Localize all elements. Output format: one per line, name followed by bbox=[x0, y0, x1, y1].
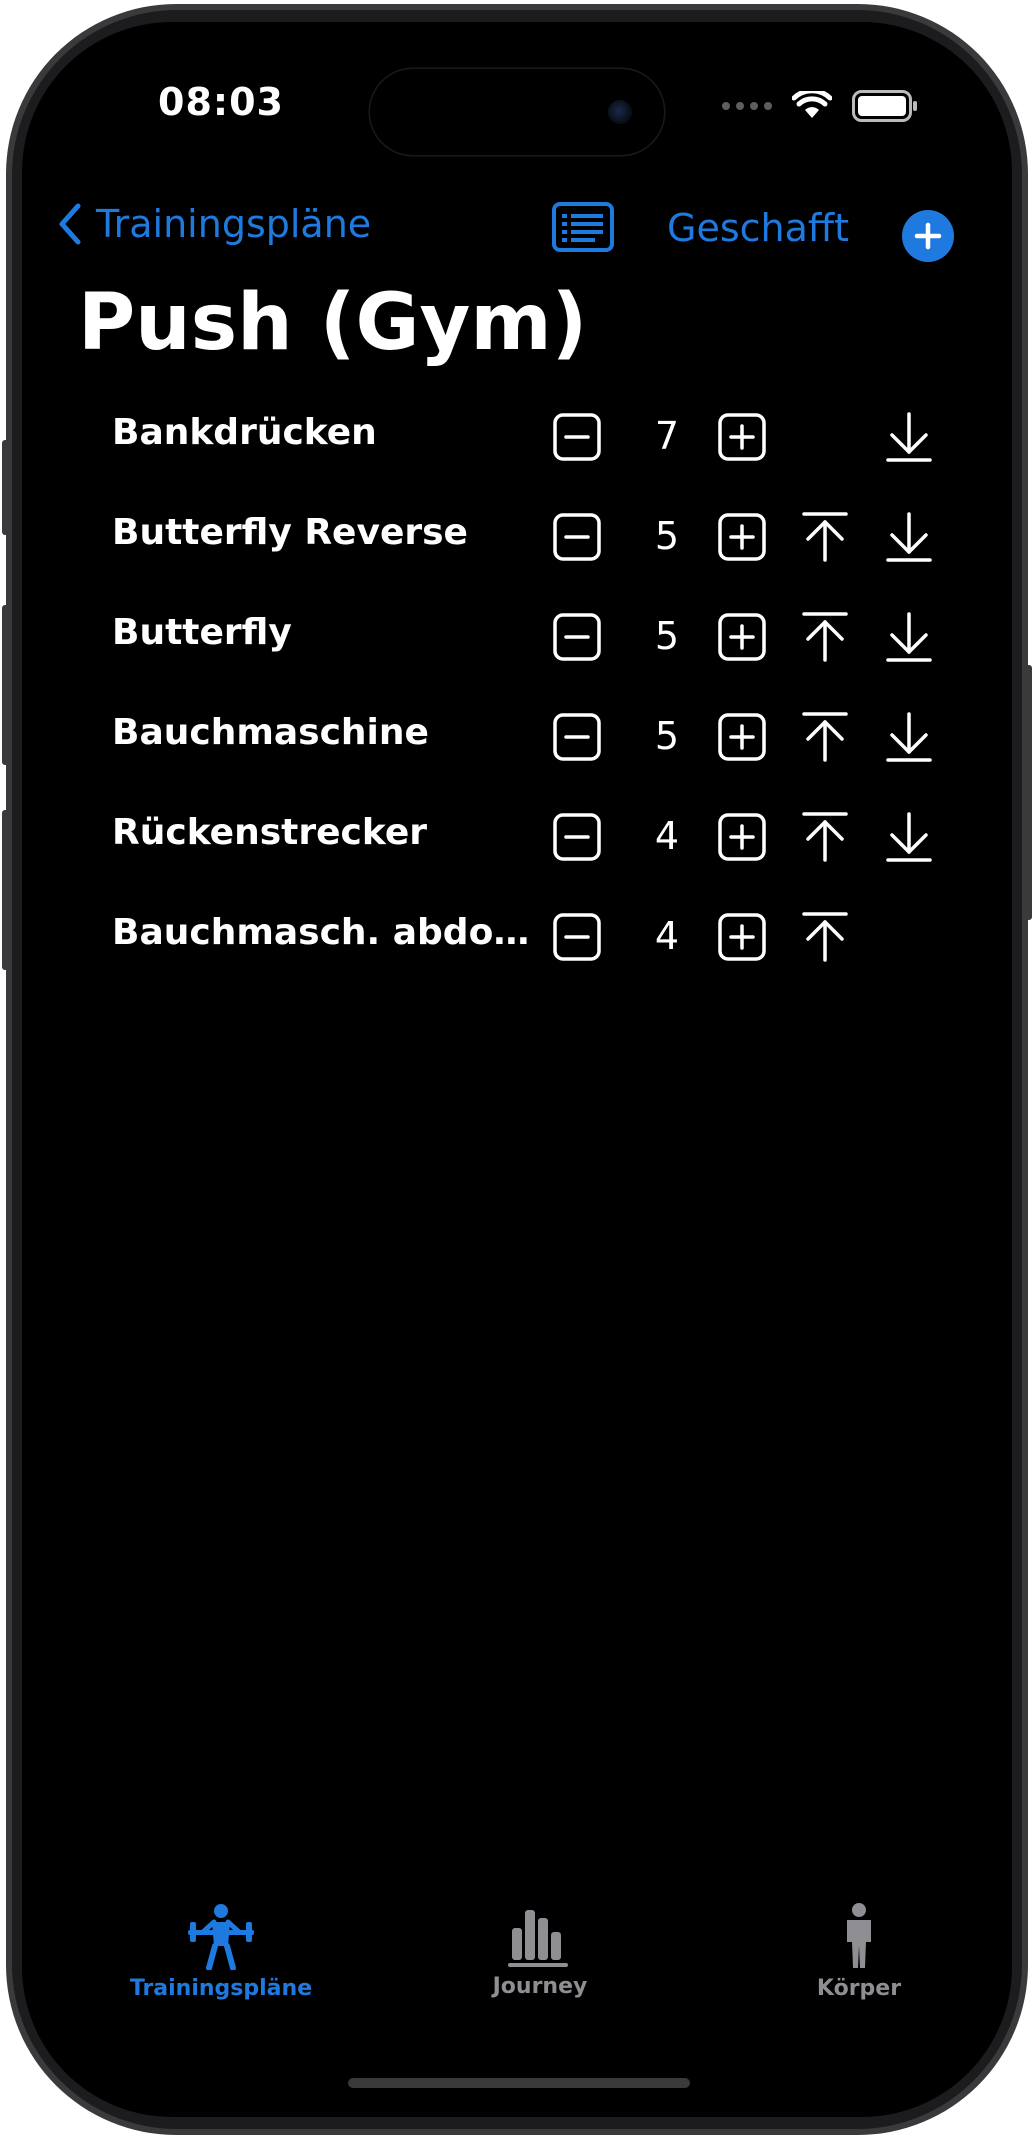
back-button-label: Trainingspläne bbox=[96, 202, 372, 246]
move-down-button[interactable] bbox=[884, 412, 934, 462]
exercise-row: Bauchmasch. abdo... 4 bbox=[22, 892, 1012, 982]
move-down-button[interactable] bbox=[884, 612, 934, 662]
arrow-up-to-line-icon bbox=[802, 612, 848, 662]
minus-square-icon bbox=[553, 813, 601, 861]
increase-button[interactable] bbox=[717, 812, 767, 862]
minus-square-icon bbox=[553, 713, 601, 761]
chevron-left-icon bbox=[59, 203, 81, 245]
exercise-row: Butterfly 5 bbox=[22, 592, 1012, 682]
decrease-button[interactable] bbox=[552, 612, 602, 662]
exercise-row: Butterfly Reverse 5 bbox=[22, 492, 1012, 582]
screen: 08:03 Trainingspläne Geschafft Push (Gym… bbox=[22, 22, 1012, 2117]
wifi-icon bbox=[792, 91, 832, 118]
minus-square-icon bbox=[553, 413, 601, 461]
exercise-name: Bauchmaschine bbox=[112, 712, 429, 753]
exercise-count: 5 bbox=[654, 514, 680, 558]
exercise-row: Bankdrücken 7 bbox=[22, 392, 1012, 482]
arrow-down-to-line-icon bbox=[886, 512, 932, 562]
exercise-name: Butterfly bbox=[112, 612, 292, 653]
navigation-bar: Trainingspläne Geschafft bbox=[22, 190, 1012, 270]
increase-button[interactable] bbox=[717, 712, 767, 762]
move-down-button[interactable] bbox=[884, 812, 934, 862]
decrease-button[interactable] bbox=[552, 412, 602, 462]
move-down-button[interactable] bbox=[884, 512, 934, 562]
tab-journey[interactable]: Journey bbox=[430, 1902, 650, 1999]
arrow-down-to-line-icon bbox=[886, 412, 932, 462]
tab-label: Körper bbox=[816, 1976, 902, 2001]
arrow-down-to-line-icon bbox=[886, 612, 932, 662]
decrease-button[interactable] bbox=[552, 712, 602, 762]
tab-koerper[interactable]: Körper bbox=[749, 1902, 969, 2001]
weightlifter-icon bbox=[188, 1904, 254, 1970]
increase-button[interactable] bbox=[717, 912, 767, 962]
page-title: Push (Gym) bbox=[78, 278, 588, 368]
status-time: 08:03 bbox=[158, 80, 284, 124]
home-indicator bbox=[348, 2078, 690, 2088]
exercise-count: 5 bbox=[654, 714, 680, 758]
move-up-button[interactable] bbox=[800, 512, 850, 562]
done-button[interactable]: Geschafft bbox=[667, 206, 849, 250]
tab-label: Trainingspläne bbox=[129, 1976, 313, 2001]
increase-button[interactable] bbox=[717, 512, 767, 562]
tab-bar: Trainingspläne Journey Körper bbox=[22, 1902, 1012, 2042]
bar-chart-icon bbox=[508, 1910, 568, 1967]
arrow-up-to-line-icon bbox=[802, 512, 848, 562]
plus-square-icon bbox=[718, 713, 766, 761]
volume-up-button bbox=[2, 605, 10, 765]
exercise-name: Butterfly Reverse bbox=[112, 512, 468, 553]
person-icon bbox=[847, 1903, 871, 1968]
move-up-button[interactable] bbox=[800, 612, 850, 662]
power-button bbox=[1024, 665, 1032, 920]
volume-down-button bbox=[2, 810, 10, 970]
battery-icon bbox=[852, 90, 917, 122]
tab-label: Journey bbox=[492, 1974, 588, 1999]
decrease-button[interactable] bbox=[552, 512, 602, 562]
minus-square-icon bbox=[553, 513, 601, 561]
plus-square-icon bbox=[718, 913, 766, 961]
arrow-up-to-line-icon bbox=[802, 712, 848, 762]
plus-icon bbox=[914, 222, 942, 250]
arrow-up-to-line-icon bbox=[802, 912, 848, 962]
move-up-button[interactable] bbox=[800, 912, 850, 962]
plus-square-icon bbox=[718, 413, 766, 461]
decrease-button[interactable] bbox=[552, 912, 602, 962]
tab-trainingsplaene[interactable]: Trainingspläne bbox=[111, 1902, 331, 2001]
exercise-count: 4 bbox=[654, 814, 680, 858]
add-exercise-button[interactable] bbox=[902, 210, 954, 262]
exercise-count: 5 bbox=[654, 614, 680, 658]
decrease-button[interactable] bbox=[552, 812, 602, 862]
move-up-button[interactable] bbox=[800, 812, 850, 862]
camera-icon bbox=[608, 100, 632, 124]
arrow-down-to-line-icon bbox=[886, 712, 932, 762]
arrow-down-to-line-icon bbox=[886, 812, 932, 862]
exercise-name: Bankdrücken bbox=[112, 412, 377, 453]
action-button bbox=[2, 440, 10, 535]
increase-button[interactable] bbox=[717, 412, 767, 462]
exercise-row: Bauchmaschine 5 bbox=[22, 692, 1012, 782]
cellular-signal-icon bbox=[722, 102, 772, 110]
exercise-count: 4 bbox=[654, 914, 680, 958]
exercise-row: Rückenstrecker 4 bbox=[22, 792, 1012, 882]
list-icon bbox=[552, 202, 614, 252]
exercise-name: Rückenstrecker bbox=[112, 812, 427, 853]
move-up-button[interactable] bbox=[800, 712, 850, 762]
arrow-up-to-line-icon bbox=[802, 812, 848, 862]
back-button[interactable]: Trainingspläne bbox=[58, 202, 371, 246]
minus-square-icon bbox=[553, 613, 601, 661]
increase-button[interactable] bbox=[717, 612, 767, 662]
exercise-count: 7 bbox=[654, 414, 680, 458]
move-down-button[interactable] bbox=[884, 712, 934, 762]
exercise-name: Bauchmasch. abdo... bbox=[112, 912, 532, 953]
plus-square-icon bbox=[718, 613, 766, 661]
minus-square-icon bbox=[553, 913, 601, 961]
dynamic-island bbox=[370, 69, 664, 155]
plus-square-icon bbox=[718, 513, 766, 561]
plus-square-icon bbox=[718, 813, 766, 861]
list-button[interactable] bbox=[552, 202, 614, 256]
status-indicators bbox=[722, 86, 918, 126]
